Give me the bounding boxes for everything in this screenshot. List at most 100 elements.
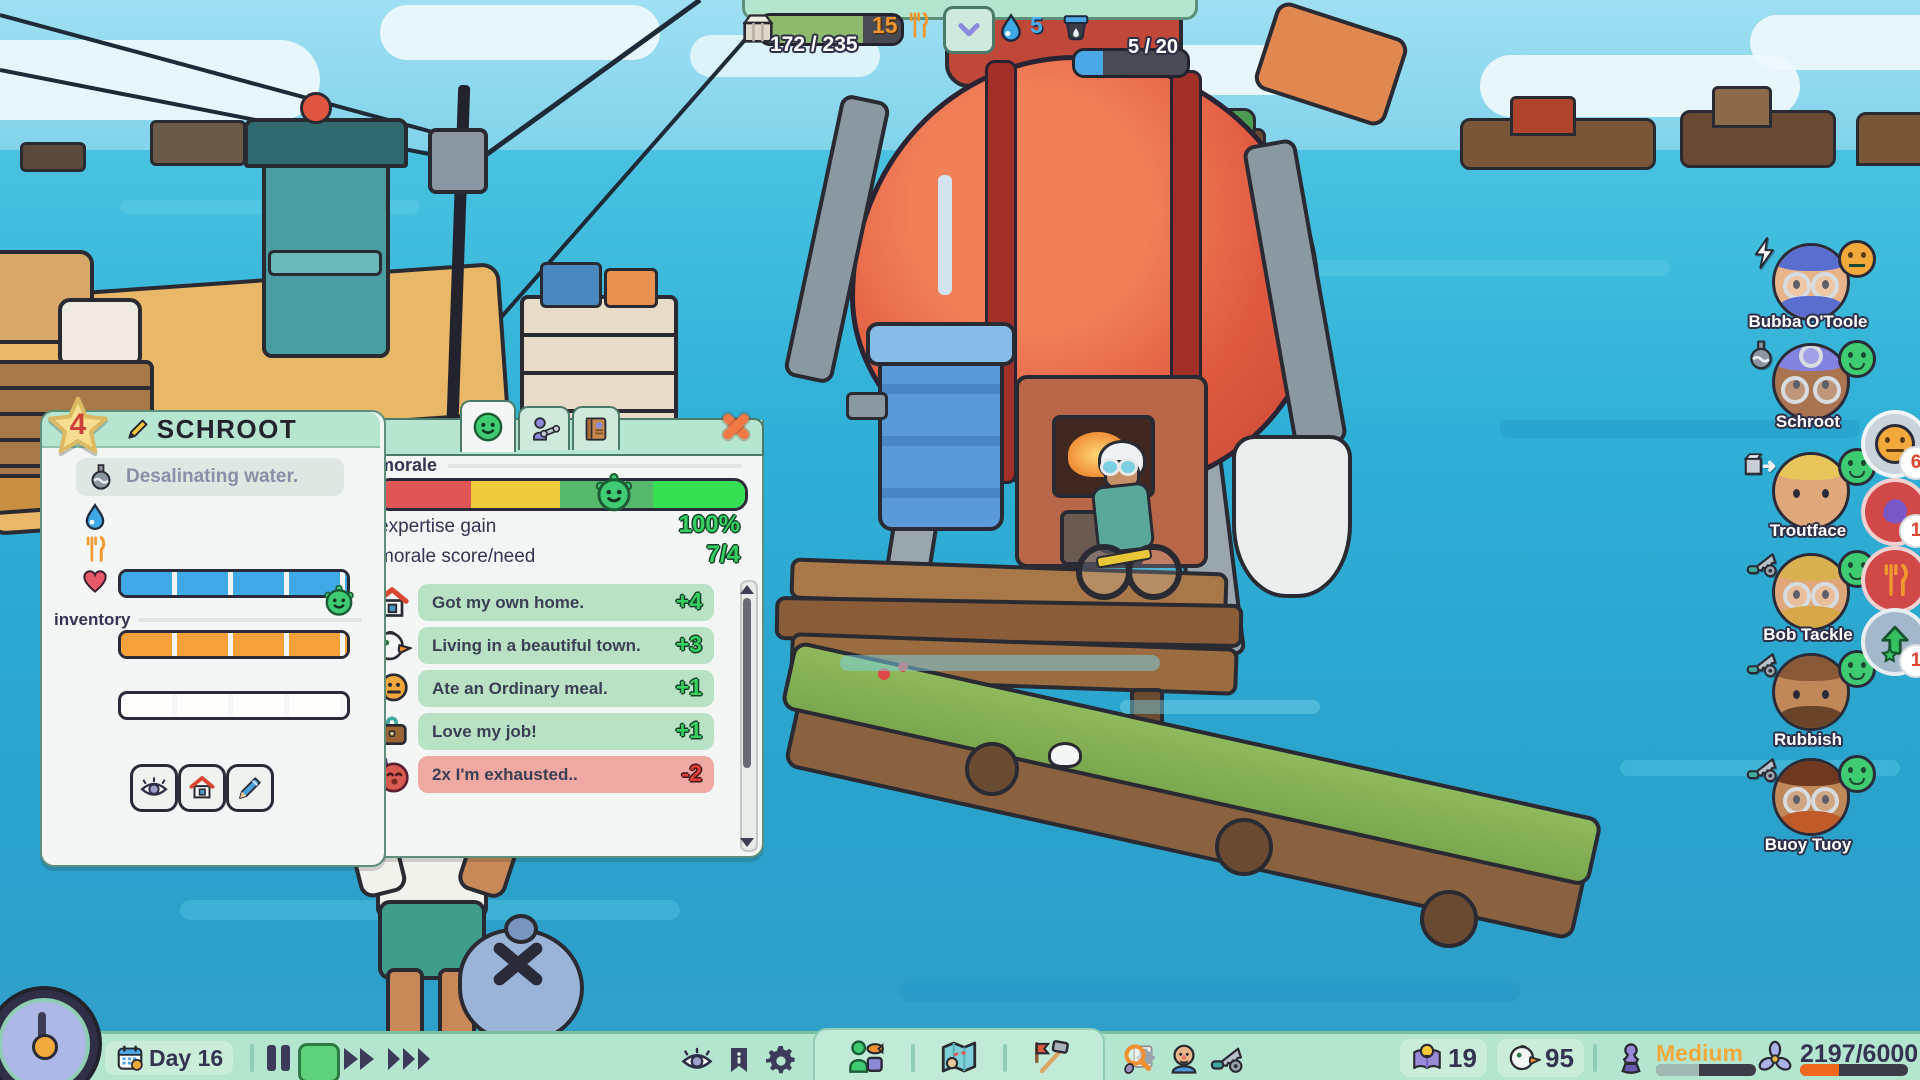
current-task-pill: Desalinating water. [76, 458, 344, 496]
close-button[interactable] [718, 408, 754, 444]
fastest-forward-button[interactable] [384, 1043, 436, 1075]
buff-text: Ate an Ordinary meal. [418, 670, 714, 707]
seagull-count-pill[interactable]: 95 [1497, 1039, 1584, 1077]
alert-level-up[interactable]: 1 [1861, 608, 1920, 676]
chevron-down-icon [954, 15, 984, 45]
mood-badge [1838, 240, 1876, 278]
tools-button[interactable] [1024, 1036, 1074, 1078]
rename-icon[interactable] [125, 416, 151, 442]
food-need-icon [80, 534, 110, 564]
crate-out-icon [1742, 446, 1778, 482]
visibility-button[interactable] [678, 1043, 716, 1077]
roster-name: Rubbish [1733, 730, 1883, 750]
scroll-up-icon[interactable] [740, 585, 754, 594]
tab-log[interactable] [572, 406, 620, 450]
waterfall [938, 175, 952, 295]
calendar-icon [115, 1043, 145, 1073]
loot-bag [458, 928, 584, 1044]
tab-skills[interactable] [518, 406, 570, 450]
morale-knob-face-icon [593, 472, 635, 514]
map-icon [938, 1036, 980, 1078]
townspeople-icon [844, 1035, 888, 1079]
mood-badge [1838, 340, 1876, 378]
mast-pulley [428, 128, 488, 194]
seagull-count: 95 [1545, 1043, 1574, 1074]
hunger-cutlery-icon [1876, 561, 1914, 599]
alert-mood-neutral[interactable]: 6 [1861, 410, 1920, 478]
settings-button[interactable] [762, 1043, 800, 1079]
bucket-icon [1058, 8, 1094, 44]
fast-forward-button[interactable] [340, 1043, 380, 1075]
buff-value: +3 [676, 631, 702, 658]
crate-blue [540, 262, 602, 308]
build-button[interactable] [1206, 1040, 1248, 1078]
research-count: 19 [1448, 1043, 1477, 1074]
level-value: 4 [44, 408, 112, 442]
seagull-icon [1507, 1041, 1541, 1075]
logbook-icon [581, 414, 611, 444]
water-need-bar [118, 569, 350, 598]
alert-sickness[interactable]: 1 [1861, 478, 1920, 546]
divider [1593, 1044, 1597, 1072]
saw-icon [1744, 546, 1780, 582]
water-need-icon [80, 502, 110, 532]
town-size-meter [1656, 1064, 1756, 1076]
scroll-down-icon[interactable] [740, 838, 754, 847]
buff-row[interactable]: 2x I'm exhausted.. -2 [372, 756, 744, 794]
townspeople-button[interactable] [840, 1036, 892, 1078]
play-button[interactable] [298, 1043, 340, 1080]
research-points[interactable]: 19 [1400, 1039, 1487, 1077]
info-banner-icon [723, 1044, 755, 1076]
pot-white [58, 298, 142, 368]
inventory-label-line [138, 618, 362, 622]
morale-seg-red [379, 481, 471, 508]
tools-icon [1028, 1036, 1070, 1078]
crate-orange [604, 268, 658, 308]
tower-roof [244, 118, 408, 168]
buff-text: 2x I'm exhausted.. [418, 756, 714, 793]
info-button[interactable] [722, 1043, 756, 1077]
town-size-icon [1612, 1040, 1650, 1078]
buff-row[interactable]: Love my job! +1 [372, 713, 744, 751]
scientist-character[interactable] [1070, 440, 1180, 610]
water-drop-icon [995, 12, 1027, 44]
inventory-area [54, 632, 362, 752]
expand-hud-button[interactable] [943, 6, 995, 54]
morale-score-value: 7/4 [640, 541, 740, 569]
town-size-label: Medium [1656, 1040, 1743, 1067]
map-button[interactable] [934, 1036, 984, 1078]
house-icon [187, 773, 217, 803]
alert-hunger[interactable] [1861, 546, 1920, 614]
edit-button[interactable] [226, 764, 274, 812]
buff-row[interactable]: Ate an Ordinary meal. +1 [372, 670, 744, 708]
day-display[interactable]: Day 16 [105, 1041, 233, 1075]
tab-morale[interactable] [460, 400, 516, 452]
cutlery-icon [903, 10, 933, 40]
morale-label: morale [378, 455, 437, 476]
morale-smiley-icon [471, 410, 505, 444]
day-label: Day 16 [149, 1045, 223, 1072]
buff-value: -2 [682, 760, 702, 787]
research-button[interactable] [1118, 1040, 1160, 1078]
buff-row[interactable]: Got my own home. +4 [372, 584, 744, 622]
health-need-icon [80, 566, 110, 596]
crew-button[interactable] [1164, 1040, 1204, 1078]
eye-icon [680, 1043, 714, 1077]
person-icon [1166, 1041, 1202, 1077]
research-icon [1120, 1040, 1158, 1078]
buff-scrollbar[interactable] [740, 580, 758, 852]
lightning-icon [1748, 236, 1782, 270]
tower-band [268, 250, 382, 276]
divider [1003, 1044, 1007, 1072]
character-name: SCHROOT [157, 414, 298, 445]
view-character-button[interactable] [130, 764, 178, 812]
buff-row[interactable]: Living in a beautiful town. +3 [372, 627, 744, 665]
drifting-propeller-icon [1756, 1040, 1794, 1078]
go-home-button[interactable] [178, 764, 226, 812]
scroll-thumb[interactable] [743, 598, 751, 768]
buff-value: +4 [676, 588, 702, 615]
ramp-log [1420, 890, 1478, 948]
pause-button[interactable] [263, 1043, 293, 1073]
morale-score-label: morale score/need [378, 546, 535, 568]
idea-book-icon [1410, 1041, 1444, 1075]
